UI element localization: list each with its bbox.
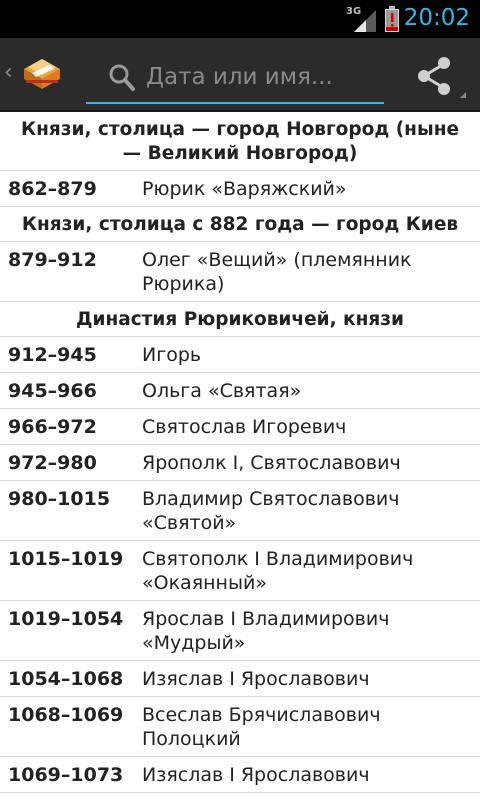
ruler-name: Игорь [142, 344, 202, 366]
reign-years: 912–945 [8, 344, 97, 366]
clock: 20:02 [403, 5, 470, 31]
ruler-name: Ярополк I, Святославович [142, 452, 401, 474]
list-item[interactable]: 945–966 Ольга «Святая» [0, 373, 480, 409]
reign-years: 1054–1068 [8, 668, 124, 690]
list-item[interactable]: 1054–1068 Изяслав I Ярославович [0, 661, 480, 697]
ruler-name: Олег «Вещий» (племянник Рюрика) [142, 249, 412, 295]
reign-years: 1068–1069 [8, 704, 124, 726]
share-icon[interactable] [410, 48, 470, 102]
signal-strength-icon [354, 10, 376, 32]
ruler-name: Владимир Святославович «Святой» [142, 488, 400, 534]
section-header: Династия Рюриковичей, князи [0, 302, 480, 337]
section-header: Князи, столица — город Новгород (ныне — … [0, 112, 480, 171]
ruler-name: Рюрик «Варяжский» [142, 178, 347, 200]
list-item[interactable]: 879–912 Олег «Вещий» (племянник Рюрика) [0, 242, 480, 302]
reign-years: 966–972 [8, 416, 97, 438]
search-icon [109, 64, 135, 91]
reign-years: 945–966 [8, 380, 97, 402]
reign-years: 1019–1054 [8, 608, 124, 630]
reign-years: 862–879 [8, 178, 97, 200]
status-bar: 3G 20:02 [0, 0, 480, 38]
list-item[interactable]: 862–879 Рюрик «Варяжский» [0, 171, 480, 207]
list-item[interactable]: 912–945 Игорь [0, 337, 480, 373]
reign-years: 1069–1073 [8, 764, 124, 786]
ruler-name: Изяслав I Ярославович [142, 764, 370, 786]
reign-years: 980–1015 [8, 488, 111, 510]
list-item[interactable]: 1015–1019 Святополк I Владимирович «Окаян… [0, 541, 480, 601]
ruler-name: Ольга «Святая» [142, 380, 302, 402]
list-item[interactable]: 1019–1054 Ярослав I Владимирович «Мудрый» [0, 601, 480, 661]
list-item[interactable]: 1068–1069 Всеслав Брячиславович Полоцкий [0, 697, 480, 757]
ruler-name: Ярослав I Владимирович «Мудрый» [142, 608, 390, 654]
action-bar: ‹ [0, 38, 480, 112]
list-item[interactable]: 980–1015 Владимир Святославович «Святой» [0, 481, 480, 541]
reign-years: 879–912 [8, 249, 97, 271]
rulers-list[interactable]: Князи, столица — город Новгород (ныне — … [0, 112, 480, 800]
ruler-name: Изяслав I Ярославович [142, 668, 370, 690]
battery-alert-icon [385, 6, 399, 32]
reign-years: 972–980 [8, 452, 97, 474]
up-caret-icon[interactable]: ‹ [4, 60, 13, 85]
ruler-name: Святополк I Владимирович «Окаянный» [142, 548, 414, 594]
app-logo-icon[interactable] [20, 53, 64, 93]
reign-years: 1015–1019 [8, 548, 124, 570]
ruler-name: Святослав Игоревич [142, 416, 347, 438]
section-header: Князи, столица с 882 года — город Киев [0, 207, 480, 242]
list-item[interactable]: 1073–1076Святослав Ярославович [0, 793, 480, 800]
search-input[interactable] [146, 58, 376, 96]
list-item[interactable]: 966–972 Святослав Игоревич [0, 409, 480, 445]
list-item[interactable]: 972–980 Ярополк I, Святославович [0, 445, 480, 481]
search-box [86, 54, 384, 104]
list-item[interactable]: 1069–1073 Изяслав I Ярославович [0, 757, 480, 793]
ruler-name: Всеслав Брячиславович Полоцкий [142, 704, 381, 750]
